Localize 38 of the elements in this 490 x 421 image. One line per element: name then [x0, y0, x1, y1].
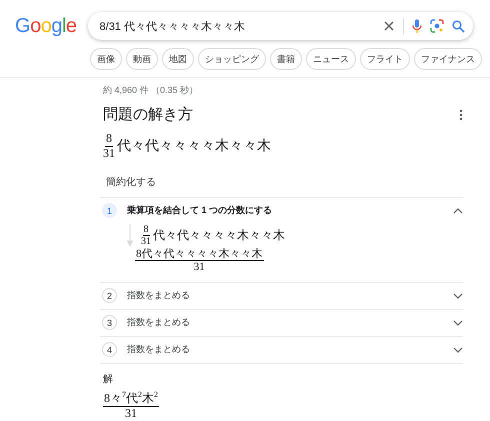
- microphone-icon[interactable]: [412, 18, 422, 34]
- chevron-down-icon[interactable]: [453, 320, 463, 326]
- search-field[interactable]: 8/31 代々代々々々々木々々木: [88, 12, 473, 40]
- filter-chip[interactable]: ニュース: [306, 48, 356, 70]
- problem-fraction: 8 31: [103, 132, 115, 161]
- step-number: 1: [102, 203, 117, 218]
- result-stats: 約 4,960 件 （0.35 秒）: [102, 84, 200, 97]
- more-options-icon[interactable]: [459, 108, 463, 120]
- camera-icon[interactable]: [430, 19, 444, 33]
- step-fraction: 8 31: [141, 224, 151, 248]
- logo[interactable]: Google: [15, 14, 77, 38]
- filter-chip[interactable]: ファイナンス: [414, 48, 482, 70]
- search-icon[interactable]: [452, 20, 465, 32]
- step-number: 2: [102, 288, 117, 304]
- step-title[interactable]: 乗算項を結合して 1 つの分数にする: [127, 204, 443, 218]
- step-number: 4: [102, 342, 117, 358]
- task-label: 簡約化する: [106, 176, 157, 189]
- down-arrow-icon: [127, 224, 133, 248]
- chevron-down-icon[interactable]: [453, 292, 463, 299]
- step-title[interactable]: 指数をまとめる: [127, 316, 443, 330]
- solver-title: 問題の解き方: [103, 105, 193, 124]
- step-title[interactable]: 指数をまとめる: [127, 343, 443, 356]
- filter-chip[interactable]: ショッピング: [198, 48, 266, 70]
- filter-chip[interactable]: 地図: [162, 48, 194, 70]
- filter-chip[interactable]: 動画: [126, 48, 158, 70]
- step-expression: 代々代々々々々木々々木: [153, 227, 285, 244]
- close-icon[interactable]: [383, 20, 395, 32]
- step-number: 3: [102, 315, 117, 330]
- chevron-up-icon[interactable]: [453, 208, 463, 214]
- filter-chip[interactable]: 画像: [90, 48, 122, 70]
- answer-fraction: 8々$^{7}$代$^{2}$木$^{2}$ 31: [103, 390, 159, 420]
- filter-chip[interactable]: 書籍: [270, 48, 302, 70]
- answer-label: 解: [100, 362, 463, 390]
- step-result: 8代々代々々々々木々々木 31: [135, 248, 264, 274]
- chevron-down-icon[interactable]: [453, 346, 463, 353]
- filter-chip[interactable]: フライト: [360, 48, 410, 70]
- step-title[interactable]: 指数をまとめる: [127, 289, 443, 302]
- problem-expression: 代々代々々々々木々々木: [117, 138, 271, 156]
